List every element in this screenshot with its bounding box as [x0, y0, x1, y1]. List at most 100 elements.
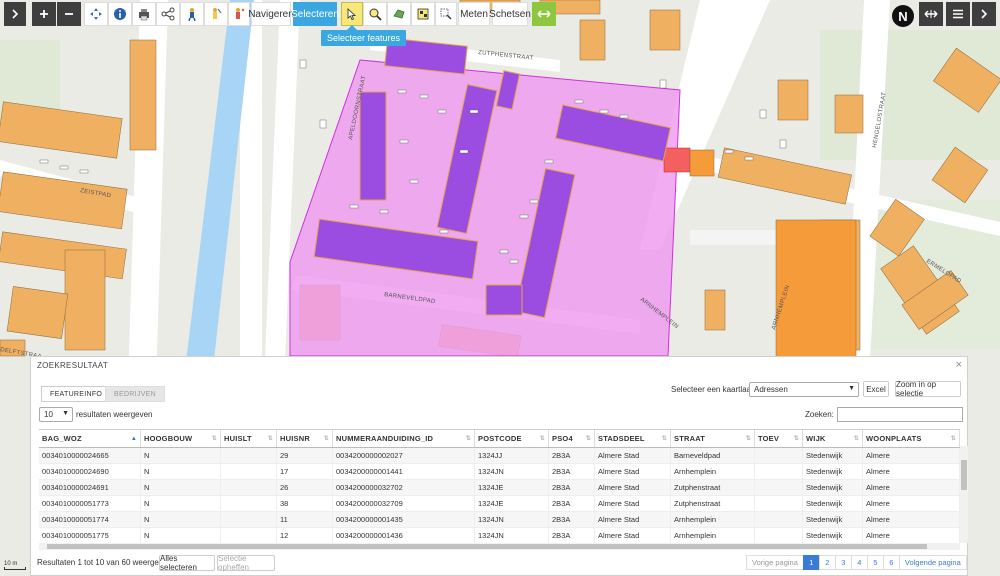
map-layer-select[interactable]: Adressen ▼	[749, 382, 859, 397]
select-point-tool[interactable]	[341, 2, 363, 26]
print-button[interactable]	[132, 2, 156, 26]
table-cell: 29	[277, 448, 333, 463]
table-cell: Almere Stad	[595, 528, 671, 543]
column-header[interactable]: STRAAT ⇅	[671, 430, 755, 447]
navigate-button[interactable]: Navigeren	[248, 2, 294, 26]
tool-person-yellow-button[interactable]	[204, 2, 228, 26]
table-cell	[221, 496, 277, 511]
table-cell: 1324JN	[475, 464, 549, 479]
table-header: BAG_WOZ ▲ HOOGBOUW ⇅ HUISLT ⇅ HUISNR ⇅ NUMMERAAN…	[39, 429, 960, 448]
pagination: Vorige pagina 123456 Volgende pagina	[746, 555, 967, 570]
page-button[interactable]: 2	[818, 555, 836, 570]
prev-page-button[interactable]: Vorige pagina	[746, 555, 804, 570]
measure-button[interactable]: Meten	[458, 2, 490, 26]
collapse-panel-button[interactable]	[4, 2, 26, 26]
select-rectangle-tool[interactable]	[411, 2, 435, 26]
table-cell: 0034200000001441	[333, 464, 475, 479]
table-cell: 0034010000051775	[39, 528, 141, 543]
column-header[interactable]: HOOGBOUW ⇅	[141, 430, 221, 447]
page-button[interactable]: 4	[850, 555, 868, 570]
sort-icon: ⇅	[661, 436, 667, 442]
table-cell: 2B3A	[549, 448, 595, 463]
tool-person-red-button[interactable]	[228, 2, 250, 26]
table-cell: 1324JE	[475, 480, 549, 495]
column-header[interactable]: PSO4 ⇅	[549, 430, 595, 447]
table-cell: Almere	[863, 480, 960, 495]
next-page-button[interactable]: Volgende pagina	[898, 555, 967, 570]
eraser-icon	[440, 8, 452, 20]
extent-button[interactable]	[532, 2, 556, 26]
table-cell: 0034200000002027	[333, 448, 475, 463]
table-cell: 26	[277, 480, 333, 495]
column-header[interactable]: NUMMERAANDUIDING_ID ⇅	[333, 430, 475, 447]
column-header[interactable]: WIJK ⇅	[803, 430, 863, 447]
share-button[interactable]	[156, 2, 180, 26]
column-header[interactable]: HUISNR ⇅	[277, 430, 333, 447]
streetview-button[interactable]	[180, 2, 204, 26]
select-all-button[interactable]: Alles selecteren	[159, 554, 215, 572]
table-body: 0034010000024665 N 29 0034200000002027 1324J…	[39, 448, 960, 544]
table-row[interactable]: 0034010000024691 N 26 0034200000032702 1324J…	[39, 480, 960, 496]
table-cell: Almere Stad	[595, 496, 671, 511]
magnifier-icon	[369, 8, 382, 21]
table-row[interactable]: 0034010000051775 N 12 0034200000001436 1324J…	[39, 528, 960, 544]
table-cell	[221, 512, 277, 527]
table-row[interactable]: 0034010000051774 N 11 0034200000001435 1324J…	[39, 512, 960, 528]
sort-icon: ⇅	[465, 436, 471, 442]
results-table: BAG_WOZ ▲ HOOGBOUW ⇅ HUISLT ⇅ HUISNR ⇅ NUMMERAAN…	[39, 429, 968, 550]
excel-button[interactable]: Excel	[863, 381, 889, 397]
expand-right-button[interactable]	[972, 2, 996, 26]
table-cell: 0034010000051773	[39, 496, 141, 511]
close-icon[interactable]: ×	[956, 359, 962, 371]
menu-button[interactable]	[946, 2, 970, 26]
table-row[interactable]: 0034010000051773 N 38 0034200000032709 1324J…	[39, 496, 960, 512]
column-header[interactable]: STADSDEEL ⇅	[595, 430, 671, 447]
vertical-scrollbar[interactable]	[960, 446, 968, 543]
select-search-tool[interactable]	[363, 2, 387, 26]
pan-button[interactable]	[84, 2, 108, 26]
column-header[interactable]: BAG_WOZ ▲	[39, 430, 141, 447]
page-button[interactable]: 5	[866, 555, 884, 570]
select-polygon-tool[interactable]	[387, 2, 411, 26]
column-header[interactable]: POSTCODE ⇅	[475, 430, 549, 447]
clear-selection-button[interactable]: Selectie opheffen	[217, 554, 275, 572]
person-yellow-icon	[213, 8, 222, 19]
sort-icon: ⇅	[211, 436, 217, 442]
column-header[interactable]: TOEV ⇅	[755, 430, 803, 447]
sort-icon: ⇅	[539, 436, 545, 442]
tab-bedrijven[interactable]: BEDRIJVEN	[105, 386, 165, 402]
zoom-in-button[interactable]	[32, 2, 56, 26]
table-row[interactable]: 0034010000024665 N 29 0034200000002027 1324J…	[39, 448, 960, 464]
sort-icon: ⇅	[793, 436, 799, 442]
table-row[interactable]: 0034010000024690 N 17 0034200000001441 1324J…	[39, 464, 960, 480]
hamburger-icon	[953, 9, 963, 19]
resize-horizontal-button[interactable]	[919, 2, 943, 26]
zoom-to-selection-button[interactable]: Zoom in op selectie	[895, 380, 961, 398]
horizontal-scrollbar[interactable]	[39, 543, 960, 550]
select-features-tooltip: Selecteer features	[321, 25, 407, 46]
column-header-label: WIJK	[806, 434, 826, 443]
table-cell: N	[141, 528, 221, 543]
page-button[interactable]: 6	[882, 555, 900, 570]
table-cell: 2B3A	[549, 480, 595, 495]
table-cell: 0034010000024665	[39, 448, 141, 463]
search-input[interactable]	[837, 407, 963, 422]
page-button[interactable]: 1	[802, 555, 820, 570]
zoom-out-button[interactable]	[57, 2, 81, 26]
table-cell	[755, 496, 803, 511]
column-header[interactable]: HUISLT ⇅	[221, 430, 277, 447]
page-button[interactable]: 3	[834, 555, 852, 570]
table-cell: N	[141, 512, 221, 527]
clear-selection-tool[interactable]	[435, 2, 457, 26]
sketch-button[interactable]: Schetsen	[489, 2, 531, 26]
table-cell: Arnhemplein	[671, 528, 755, 543]
table-cell	[755, 464, 803, 479]
tab-featureinfo[interactable]: FEATUREINFO	[41, 386, 112, 402]
select-button[interactable]: Selecteren	[291, 2, 339, 26]
page-size-select[interactable]: 10 ▼	[39, 407, 73, 422]
table-cell: Arnhemplein	[671, 464, 755, 479]
column-header-label: HUISLT	[224, 434, 252, 443]
column-header[interactable]: WOONPLAATS ⇅	[863, 430, 960, 447]
info-button[interactable]	[108, 2, 132, 26]
table-cell: Stedenwijk	[803, 464, 863, 479]
